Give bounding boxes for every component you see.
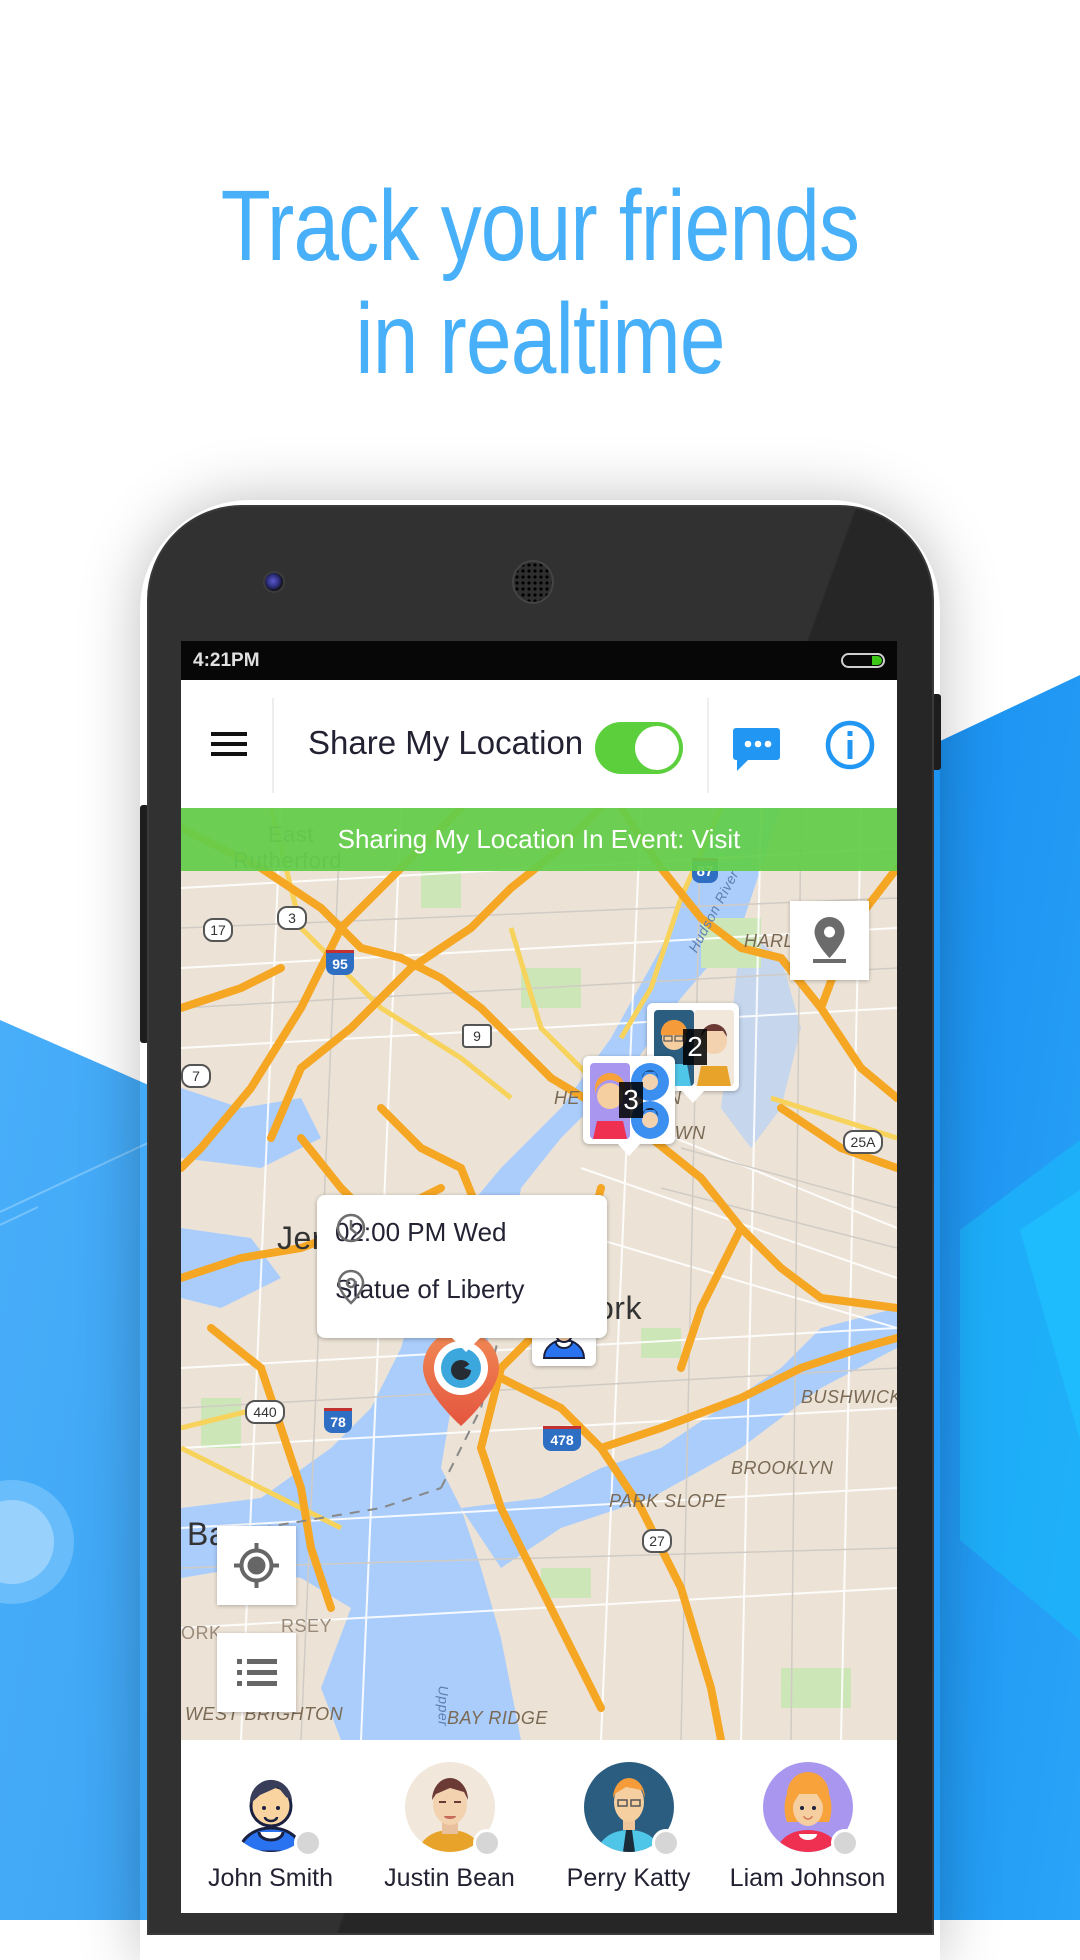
friend-name: Perry Katty — [566, 1864, 691, 1892]
hamburger-menu-icon[interactable] — [209, 724, 249, 764]
status-dot — [473, 1829, 501, 1857]
list-icon — [237, 1659, 277, 1686]
drop-pin-button[interactable] — [790, 901, 869, 980]
drop-pin-icon — [813, 917, 846, 963]
app-bar: Share My Location — [181, 680, 897, 808]
route-shield-25a: 25A — [843, 1130, 883, 1154]
headline: Track your friends in realtime — [97, 170, 983, 396]
friends-bar: John Smith Justin Bean Perry Katty Liam … — [181, 1740, 897, 1913]
route-shield-27: 27 — [642, 1529, 672, 1553]
friend-item-perry-katty[interactable]: Perry Katty — [539, 1740, 718, 1913]
status-dot — [831, 1829, 859, 1857]
headline-line-1: Track your friends — [220, 170, 860, 282]
location-pin-icon — [337, 1269, 365, 1305]
route-shield-7: 7 — [181, 1064, 211, 1088]
phone-screen: 4:21PM Share My Location 87 17 3 95 9 7 … — [181, 641, 897, 1913]
cluster-count: 2 — [683, 1029, 707, 1065]
toggle-knob — [635, 726, 679, 770]
list-view-button[interactable] — [217, 1633, 296, 1712]
friend-cluster-marker[interactable]: 3 — [583, 1056, 675, 1156]
friend-name: Liam Johnson — [729, 1864, 886, 1892]
cluster-count: 3 — [619, 1082, 643, 1118]
route-shield-95: 95 — [326, 950, 354, 975]
earpiece-speaker-icon — [512, 560, 554, 604]
route-shield-17: 17 — [203, 918, 233, 942]
route-shield-3: 3 — [277, 906, 307, 930]
front-camera-icon — [263, 571, 285, 593]
route-shield-440: 440 — [245, 1400, 285, 1424]
map-label-bushwick: BUSHWICK — [801, 1387, 897, 1407]
sharing-status-banner: Sharing My Location In Event: Visit — [181, 808, 897, 871]
status-time: 4:21PM — [193, 650, 260, 671]
status-dot — [652, 1829, 680, 1857]
friend-name: Justin Bean — [384, 1864, 515, 1892]
route-shield-78: 78 — [324, 1408, 352, 1433]
friend-item-justin-bean[interactable]: Justin Bean — [360, 1740, 539, 1913]
friend-item-liam-johnson[interactable]: Liam Johnson — [718, 1740, 897, 1913]
route-shield-478: 478 — [543, 1426, 581, 1451]
map-label-new-york-state: ORK — [181, 1623, 222, 1643]
chat-bubble-icon[interactable] — [732, 722, 782, 772]
map-view[interactable]: 87 17 3 95 9 7 25A 440 78 478 27 East Ru… — [181, 808, 897, 1740]
friend-item-john-smith[interactable]: John Smith — [181, 1740, 360, 1913]
map-label-bay-ridge: BAY RIDGE — [447, 1708, 548, 1728]
status-bar: 4:21PM — [181, 641, 897, 680]
my-location-button[interactable] — [217, 1526, 296, 1605]
friend-name: John Smith — [207, 1864, 334, 1892]
info-icon[interactable] — [823, 718, 877, 772]
clock-icon — [336, 1213, 366, 1243]
event-place-row: Statue of Liberty — [335, 1269, 524, 1309]
map-label-upper-bay: Upper — [435, 1685, 452, 1727]
share-location-toggle[interactable] — [595, 722, 683, 774]
route-shield-9: 9 — [462, 1024, 492, 1048]
event-info-popup[interactable]: 02:00 PM Wed Statue of Liberty — [317, 1195, 607, 1352]
map-label-brooklyn: BROOKLYN — [731, 1458, 834, 1478]
event-time-row: 02:00 PM Wed — [335, 1212, 507, 1252]
headline-line-2: in realtime — [355, 283, 725, 395]
my-location-icon — [234, 1543, 279, 1588]
status-dot — [294, 1829, 322, 1857]
share-location-label: Share My Location — [308, 724, 584, 761]
map-label-park-slope: PARK SLOPE — [609, 1491, 727, 1511]
divider — [272, 698, 274, 793]
battery-icon — [841, 653, 885, 668]
divider — [707, 698, 709, 793]
